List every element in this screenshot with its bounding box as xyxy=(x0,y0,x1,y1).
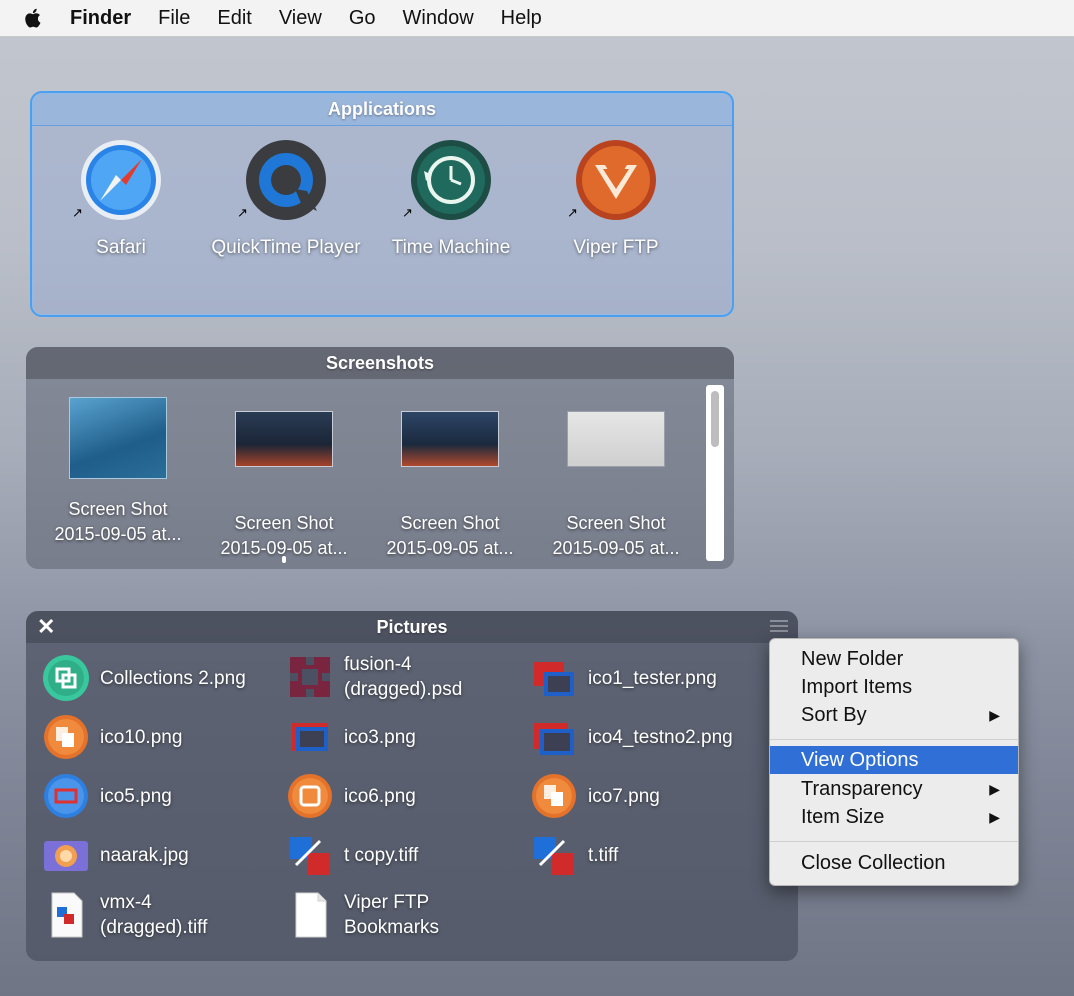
picture-item[interactable]: Viper FTP Bookmarks xyxy=(286,890,439,940)
app-time-machine[interactable]: ↗ Time Machine xyxy=(376,139,526,261)
screenshot-label: Screen Shot 2015-09-05 at... xyxy=(220,513,348,558)
menu-item-view-options[interactable]: View Options xyxy=(770,746,1018,774)
picture-item[interactable]: ico6.png xyxy=(286,772,416,820)
screenshot-item[interactable]: Screen Shot 2015-09-05 at... xyxy=(536,411,696,561)
t-tiff-icon xyxy=(530,831,578,879)
vertical-scrollbar[interactable] xyxy=(706,385,724,561)
applications-collection[interactable]: Applications ↗ Safari ↗ QuickTime Player xyxy=(30,91,734,317)
picture-item[interactable]: ico10.png xyxy=(42,713,182,761)
app-label: Time Machine xyxy=(391,237,511,258)
menu-edit[interactable]: Edit xyxy=(217,7,251,30)
picture-item[interactable]: ico7.png xyxy=(530,772,660,820)
menu-item-import-items[interactable]: Import Items xyxy=(770,673,1018,701)
menu-item-item-size[interactable]: Item Size ▶ xyxy=(770,803,1018,831)
submenu-arrow-icon: ▶ xyxy=(989,781,1000,797)
screenshot-label: Screen Shot 2015-09-05 at... xyxy=(386,513,514,558)
picture-item[interactable]: Collections 2.png xyxy=(42,654,246,702)
screenshot-label: Screen Shot 2015-09-05 at... xyxy=(552,513,680,558)
alias-arrow-icon: ↗ xyxy=(237,205,248,220)
app-label: Safari xyxy=(96,237,146,258)
safari-icon: ↗ xyxy=(72,139,162,221)
close-collection-icon[interactable]: ✕ xyxy=(37,614,55,640)
quicktime-icon: ↗ xyxy=(237,139,327,221)
alias-arrow-icon: ↗ xyxy=(567,205,578,220)
picture-item[interactable]: vmx-4 (dragged).tiff xyxy=(42,890,207,940)
app-safari[interactable]: ↗ Safari xyxy=(46,139,196,261)
ico7-icon xyxy=(530,772,578,820)
picture-item[interactable]: t.tiff xyxy=(530,831,618,879)
picture-item[interactable]: fusion-4 (dragged).psd xyxy=(286,652,462,702)
menu-item-sort-by[interactable]: Sort By ▶ xyxy=(770,701,1018,729)
screenshot-item[interactable]: Screen Shot 2015-09-05 at... xyxy=(370,411,530,561)
menu-file[interactable]: File xyxy=(158,7,190,30)
picture-item[interactable]: naarak.jpg xyxy=(42,831,189,879)
screenshots-title: Screenshots xyxy=(26,347,734,379)
viper-ftp-icon: ↗ xyxy=(567,139,657,221)
vmx-tiff-document-icon xyxy=(42,891,90,939)
app-quicktime-player[interactable]: ↗ QuickTime Player xyxy=(211,139,361,261)
naarak-image-icon xyxy=(42,831,90,879)
picture-item[interactable]: ico3.png xyxy=(286,713,416,761)
submenu-arrow-icon: ▶ xyxy=(989,707,1000,723)
time-machine-icon: ↗ xyxy=(402,139,492,221)
screenshot-thumbnail xyxy=(401,411,499,467)
picture-item[interactable]: ico1_tester.png xyxy=(530,654,717,702)
screenshot-item[interactable]: Screen Shot 2015-09-05 at... xyxy=(38,397,198,547)
menu-view[interactable]: View xyxy=(279,7,322,30)
menu-go[interactable]: Go xyxy=(349,7,376,30)
screenshot-label: Screen Shot 2015-09-05 at... xyxy=(54,499,182,544)
applications-title: Applications xyxy=(32,93,732,126)
menu-item-close-collection[interactable]: Close Collection xyxy=(770,849,1018,877)
picture-item[interactable]: t copy.tiff xyxy=(286,831,418,879)
screenshot-thumbnail xyxy=(69,397,167,479)
picture-item[interactable]: ico5.png xyxy=(42,772,172,820)
fusion-icon xyxy=(286,653,334,701)
menu-help[interactable]: Help xyxy=(501,7,542,30)
app-label: QuickTime Player xyxy=(211,237,361,258)
ico10-icon xyxy=(42,713,90,761)
collection-menu-icon[interactable] xyxy=(770,620,788,634)
pictures-collection[interactable]: Pictures ✕ Collections 2.png fusion-4 (dr… xyxy=(26,611,798,961)
pictures-title: Pictures xyxy=(26,611,798,643)
ico5-icon xyxy=(42,772,90,820)
menu-item-new-folder[interactable]: New Folder xyxy=(770,645,1018,673)
screenshot-thumbnail xyxy=(567,411,665,467)
ico1-icon xyxy=(530,654,578,702)
t-copy-tiff-icon xyxy=(286,831,334,879)
menu-separator xyxy=(770,739,1018,740)
ico4-icon xyxy=(530,713,578,761)
app-label: Viper FTP xyxy=(573,237,659,258)
menu-finder[interactable]: Finder xyxy=(70,7,131,30)
ico6-icon xyxy=(286,772,334,820)
scrollbar-knob[interactable] xyxy=(711,391,719,447)
picture-item[interactable]: ico4_testno2.png xyxy=(530,713,733,761)
screenshot-thumbnail xyxy=(235,411,333,467)
collection-context-menu: New Folder Import Items Sort By ▶ View Op… xyxy=(769,638,1019,886)
ico3-icon xyxy=(286,713,334,761)
app-viper-ftp[interactable]: ↗ Viper FTP xyxy=(541,139,691,261)
alias-arrow-icon: ↗ xyxy=(72,205,83,220)
menu-separator xyxy=(770,841,1018,842)
menu-item-transparency[interactable]: Transparency ▶ xyxy=(770,775,1018,803)
alias-arrow-icon: ↗ xyxy=(402,205,413,220)
apple-icon[interactable] xyxy=(22,7,42,29)
submenu-arrow-icon: ▶ xyxy=(989,809,1000,825)
screenshot-item[interactable]: Screen Shot 2015-09-05 at... xyxy=(204,411,364,561)
collections-app-icon xyxy=(42,654,90,702)
document-icon xyxy=(286,891,334,939)
menu-bar: Finder File Edit View Go Window Help xyxy=(0,0,1074,37)
menu-window[interactable]: Window xyxy=(403,7,474,30)
screenshots-collection[interactable]: Screenshots Screen Shot 2015-09-05 at...… xyxy=(26,347,734,569)
horizontal-scroll-indicator[interactable] xyxy=(282,556,286,563)
